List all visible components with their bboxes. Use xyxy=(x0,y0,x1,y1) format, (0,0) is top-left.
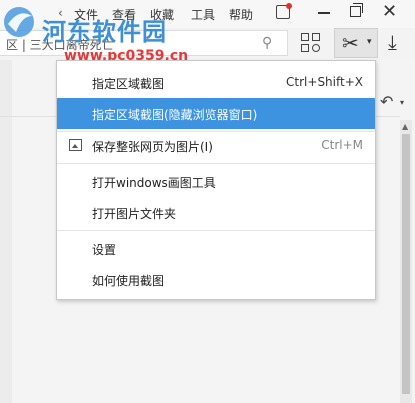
menu-help[interactable]: 帮助 xyxy=(229,6,253,23)
menu-separator xyxy=(57,163,375,164)
apps-grid-icon[interactable] xyxy=(300,32,322,54)
scissors-icon: ✂ xyxy=(342,31,359,55)
scroll-up-icon[interactable]: ▲ xyxy=(402,122,408,131)
search-icon[interactable]: ⚲ xyxy=(262,35,272,51)
menu-item-label: 打开图片文件夹 xyxy=(92,207,177,221)
menu-item-label: 打开windows画图工具 xyxy=(92,176,216,190)
menu-item-save-page-as-image[interactable]: 保存整张网页为图片(I) Ctrl+M xyxy=(57,130,375,161)
menu-item-label: 指定区域截图(隐藏浏览器窗口) xyxy=(92,108,258,122)
menu-tools[interactable]: 工具 xyxy=(191,6,215,23)
scroll-thumb[interactable] xyxy=(402,134,410,394)
image-icon xyxy=(69,139,82,151)
menu-item-shortcut: Ctrl+Shift+X xyxy=(286,75,363,89)
minimize-icon[interactable] xyxy=(318,12,330,14)
menu-item-shortcut: Ctrl+M xyxy=(321,138,363,152)
menu-item-region-capture[interactable]: 指定区域截图 Ctrl+Shift+X xyxy=(57,67,375,98)
page-left-strip xyxy=(0,60,12,403)
menu-item-region-capture-hide-browser[interactable]: 指定区域截图(隐藏浏览器窗口) xyxy=(57,98,375,129)
menu-item-label: 指定区域截图 xyxy=(92,77,165,91)
menu-item-label: 设置 xyxy=(92,243,117,257)
menu-item-open-paint[interactable]: 打开windows画图工具 xyxy=(57,166,375,197)
undo-dropdown-icon[interactable]: ▾ xyxy=(400,98,404,107)
undo-icon[interactable]: ↶ xyxy=(380,92,393,111)
menu-item-label: 如何使用截图 xyxy=(92,274,165,288)
menu-item-label: 保存整张网页为图片(I) xyxy=(92,140,213,154)
screenshot-dropdown-menu: 指定区域截图 Ctrl+Shift+X 指定区域截图(隐藏浏览器窗口) 保存整张… xyxy=(56,60,376,300)
chevron-down-icon[interactable]: ▾ xyxy=(367,37,372,47)
notification-dot xyxy=(286,3,292,9)
restore-icon[interactable] xyxy=(350,3,363,17)
screenshot-button[interactable]: ✂ ▾ xyxy=(334,28,378,58)
menu-item-open-image-folder[interactable]: 打开图片文件夹 xyxy=(57,197,375,228)
menu-item-settings[interactable]: 设置 xyxy=(57,233,375,264)
menu-item-how-to-use[interactable]: 如何使用截图 xyxy=(57,264,375,295)
watermark-logo-icon xyxy=(4,7,34,37)
watermark-brand: 河东软件园 xyxy=(42,17,167,46)
close-icon[interactable]: ✕ xyxy=(382,1,397,22)
browser-window: ‹ 文件 查看 收藏 工具 帮助 ✕ 区 | 三大口离帝死亡 ⚲ ✂ ▾ ⤓ ↶… xyxy=(0,0,415,403)
download-icon[interactable]: ⤓ xyxy=(388,30,397,54)
menu-separator xyxy=(57,230,375,231)
